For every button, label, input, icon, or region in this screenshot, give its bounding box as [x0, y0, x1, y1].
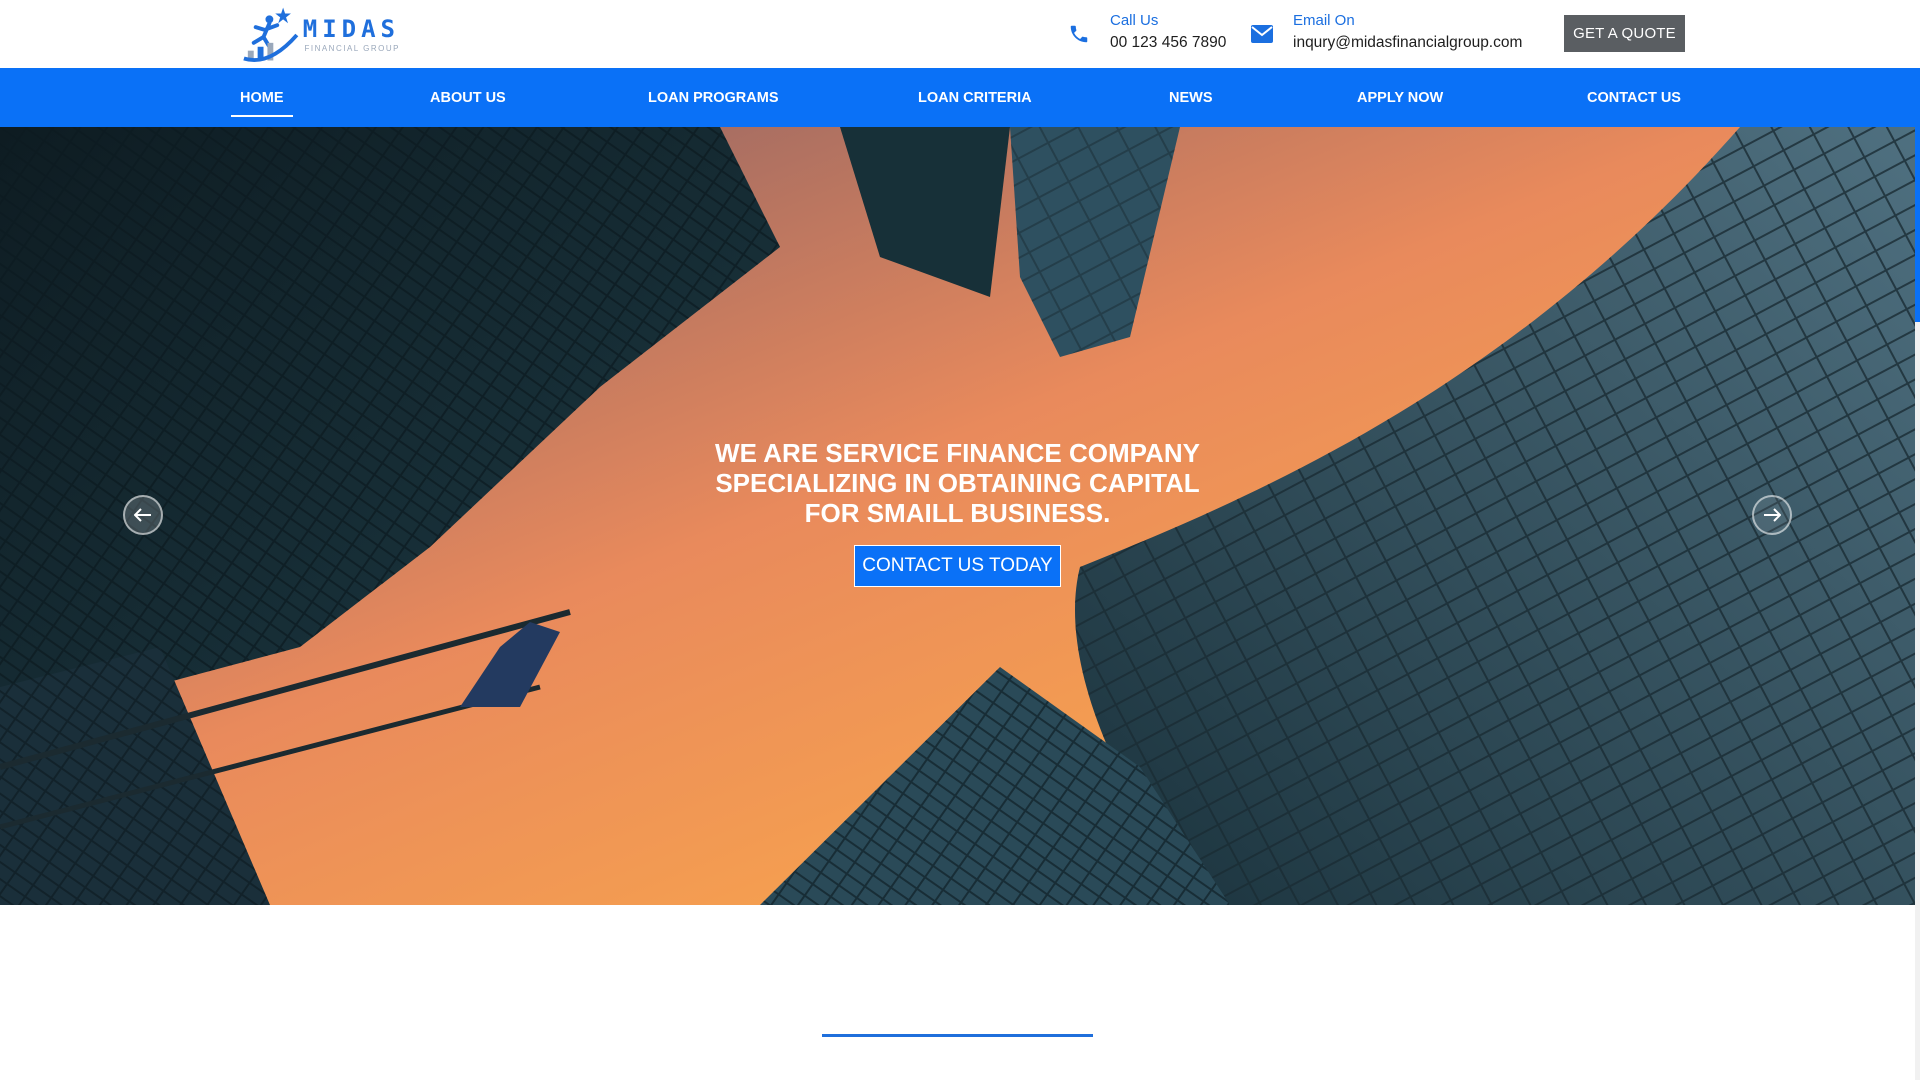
nav-item-about-us[interactable]: ABOUT US — [430, 68, 506, 127]
hero-headline: WE ARE SERVICE FINANCE COMPANY SPECIALIZ… — [700, 438, 1215, 528]
nav-item-contact-us[interactable]: CONTACT US — [1587, 68, 1681, 127]
nav-item-apply-now[interactable]: APPLY NOW — [1357, 68, 1443, 127]
phone-icon — [1066, 21, 1092, 47]
email-address[interactable]: inqury@midasfinancialgroup.com — [1293, 32, 1522, 54]
email-block: Email On inqury@midasfinancialgroup.com — [1249, 10, 1522, 54]
slider-next-button[interactable] — [1752, 495, 1792, 535]
call-us-block: Call Us 00 123 456 7890 — [1066, 10, 1226, 54]
brand-logo[interactable]: MIDAS FINANCIAL GROUP — [240, 4, 400, 66]
logo-mark-icon — [243, 7, 299, 63]
slider-prev-button[interactable] — [123, 495, 163, 535]
hero-headline-line: WE ARE SERVICE FINANCE COMPANY — [715, 438, 1200, 468]
arrow-left-icon — [134, 508, 151, 522]
brand-name: MIDAS — [302, 15, 400, 43]
section-divider — [822, 1034, 1093, 1037]
hero-slider: WE ARE SERVICE FINANCE COMPANY SPECIALIZ… — [0, 127, 1915, 905]
envelope-icon — [1249, 21, 1275, 47]
nav-item-loan-criteria[interactable]: LOAN CRITERIA — [918, 68, 1032, 127]
phone-number[interactable]: 00 123 456 7890 — [1110, 32, 1226, 54]
arrow-right-icon — [1764, 508, 1781, 522]
email-label: Email On — [1293, 12, 1355, 29]
nav-item-news[interactable]: NEWS — [1169, 68, 1213, 127]
nav-item-loan-programs[interactable]: LOAN PROGRAMS — [648, 68, 779, 127]
nav-item-home[interactable]: HOME — [231, 68, 292, 127]
main-nav: HOME ABOUT US LOAN PROGRAMS LOAN CRITERI… — [0, 68, 1920, 127]
contact-us-today-button[interactable]: CONTACT US TODAY — [854, 545, 1061, 587]
page-scrollbar[interactable] — [1915, 127, 1920, 1080]
get-a-quote-button[interactable]: GET A QUOTE — [1564, 15, 1685, 52]
site-header: MIDAS FINANCIAL GROUP Call Us 00 123 456… — [0, 0, 1920, 68]
scrollbar-thumb[interactable] — [1915, 127, 1920, 322]
hero-headline-line: FOR SMAILL BUSINESS. — [804, 498, 1111, 528]
brand-tagline: FINANCIAL GROUP — [304, 44, 400, 53]
hero-headline-line: SPECIALIZING IN OBTAINING CAPITAL — [715, 468, 1200, 498]
call-us-label: Call Us — [1110, 12, 1159, 29]
